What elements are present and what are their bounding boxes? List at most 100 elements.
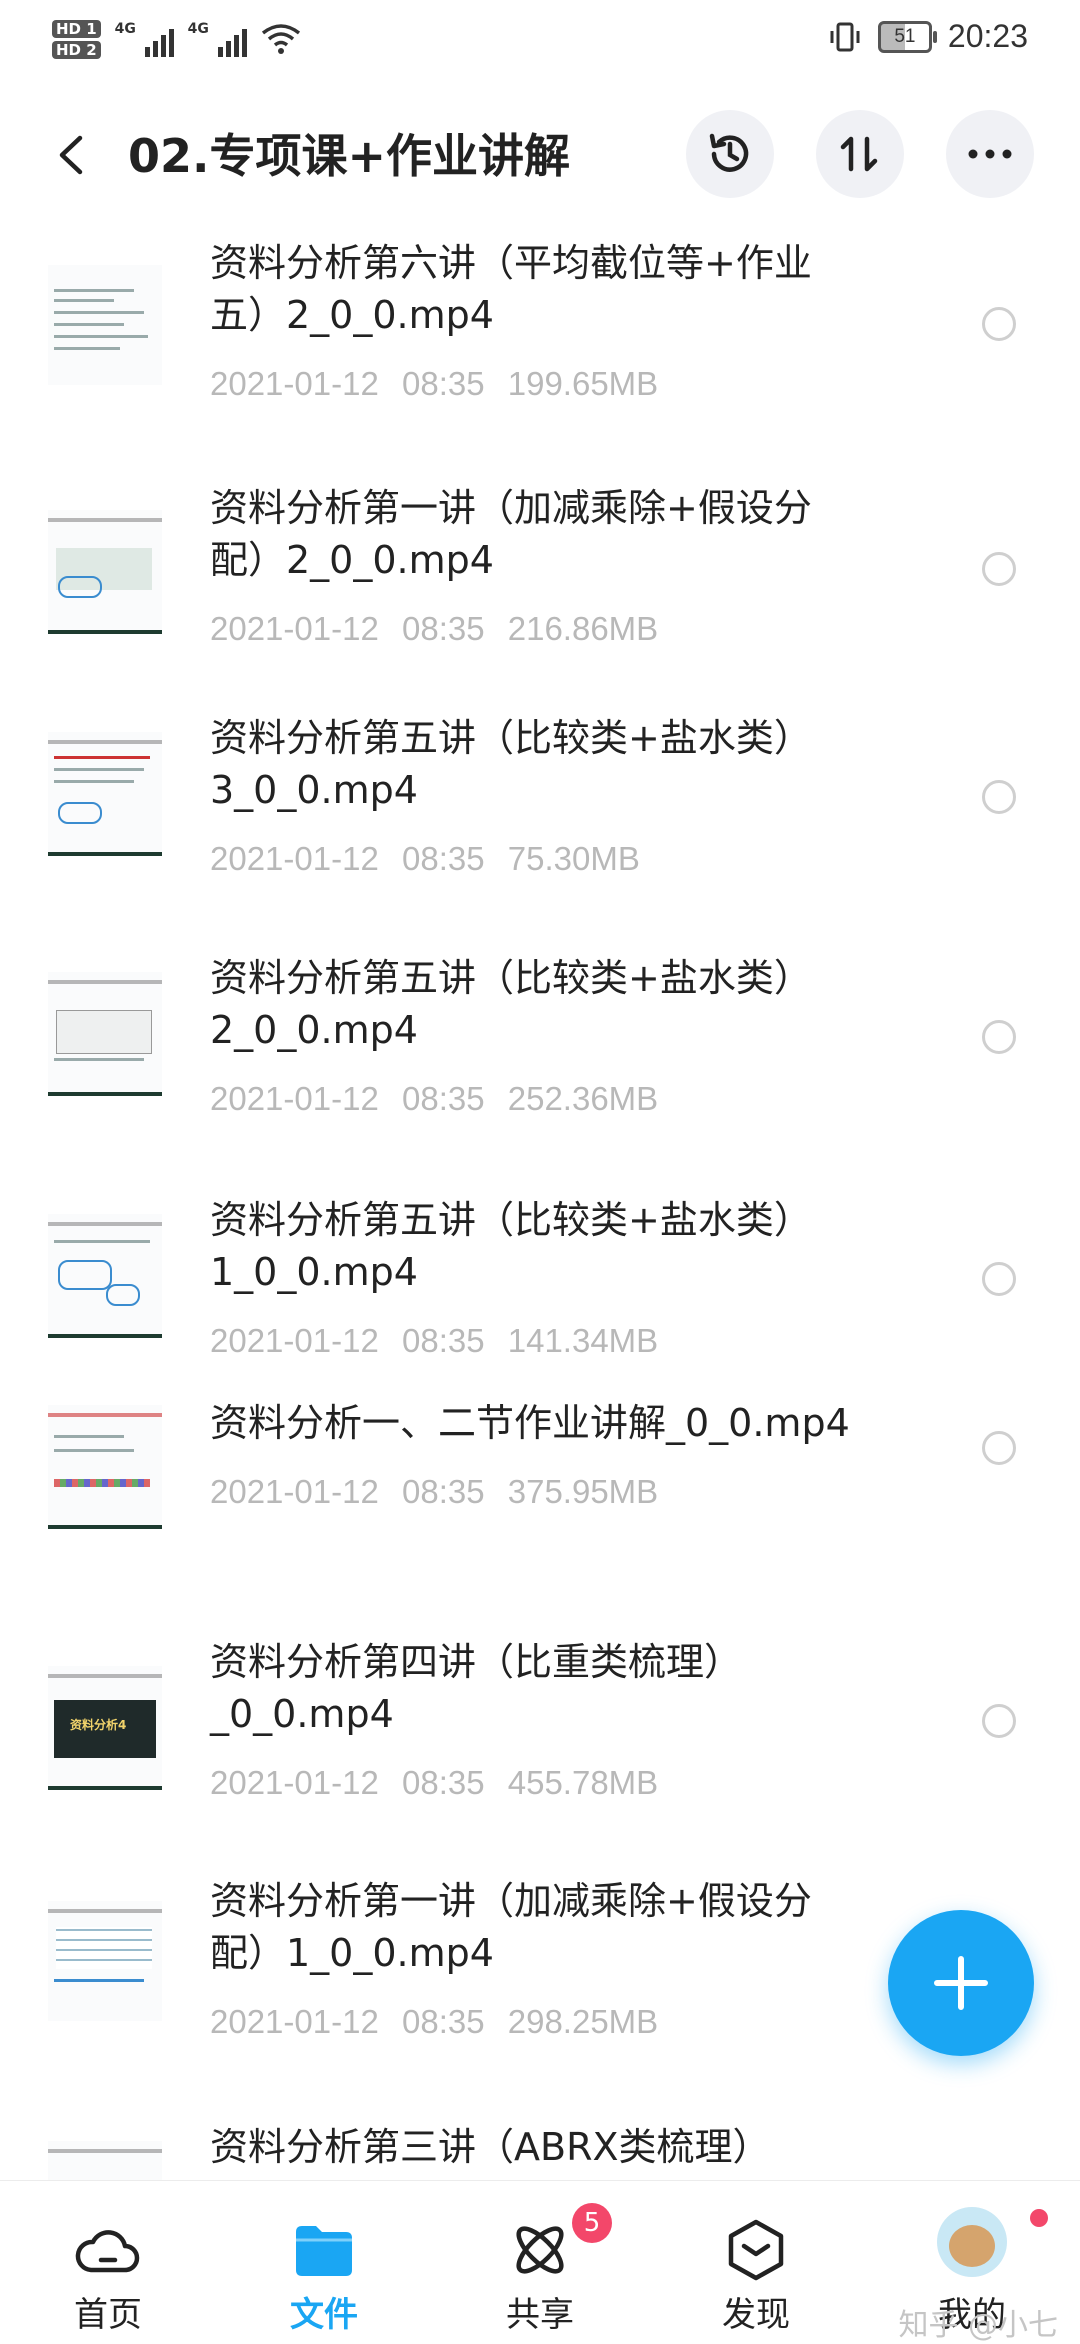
select-radio[interactable]	[982, 780, 1016, 814]
file-time: 08:35	[401, 365, 485, 402]
select-radio[interactable]	[982, 1262, 1016, 1296]
thumbnail-title: 资料分析4	[70, 1718, 127, 1732]
tab-home[interactable]: 首页	[0, 2181, 216, 2341]
file-date: 2021-01-12	[210, 1473, 379, 1510]
tab-files[interactable]: 文件	[216, 2181, 432, 2341]
tab-home-label: 首页	[74, 2295, 142, 2335]
file-meta: 2021-01-12 08:35 375.95MB	[210, 1473, 658, 1511]
file-date: 2021-01-12	[210, 1322, 379, 1359]
sort-button[interactable]	[816, 110, 904, 198]
history-button[interactable]	[686, 110, 774, 198]
clock: 20:23	[947, 18, 1028, 54]
add-button[interactable]	[888, 1910, 1034, 2056]
file-time: 08:35	[401, 1322, 485, 1359]
tab-discover[interactable]: 发现	[648, 2181, 864, 2341]
file-name: 资料分析第一讲（加减乘除+假设分 配）1_0_0.mp4	[210, 1879, 812, 1975]
select-radio[interactable]	[982, 307, 1016, 341]
home-cloud-icon	[75, 2230, 140, 2273]
notification-dot	[1030, 2209, 1048, 2227]
avatar	[937, 2207, 1007, 2277]
file-meta: 2021-01-12 08:35 455.78MB	[210, 1764, 658, 1802]
file-date: 2021-01-12	[210, 840, 379, 877]
plus-icon	[934, 1956, 988, 2010]
video-thumbnail	[48, 265, 162, 385]
file-name: 资料分析第六讲（平均截位等+作业 五）2_0_0.mp4	[210, 241, 812, 337]
file-time: 08:35	[401, 2003, 485, 2040]
network-type-2: 4G	[187, 21, 209, 37]
back-arrow-icon[interactable]	[48, 130, 98, 180]
signal-1-icon: 4G	[115, 21, 174, 57]
tab-files-label: 文件	[290, 2295, 358, 2335]
video-thumbnail	[48, 732, 162, 856]
video-thumbnail	[48, 1214, 162, 1338]
file-time: 08:35	[401, 610, 485, 647]
video-thumbnail	[48, 2141, 162, 2185]
list-item[interactable]: 资料分析第五讲（比较类+盐水类） 1_0_0.mp4 2021-01-12 08:…	[0, 1186, 1080, 1401]
share-badge: 5	[572, 2203, 612, 2243]
file-meta: 2021-01-12 08:35 216.86MB	[210, 610, 658, 648]
file-meta: 2021-01-12 08:35 75.30MB	[210, 840, 640, 878]
file-size: 75.30MB	[507, 840, 640, 877]
file-size: 298.25MB	[507, 2003, 659, 2040]
atom-share-icon	[516, 2226, 564, 2274]
video-thumbnail	[48, 1901, 162, 2021]
more-button[interactable]	[946, 110, 1034, 198]
page-title: 02.专项课+作业讲解	[128, 129, 571, 183]
discover-cube-icon	[728, 2219, 784, 2281]
file-list: 资料分析第六讲（平均截位等+作业 五）2_0_0.mp4 2021-01-12 0…	[0, 215, 1080, 2185]
file-date: 2021-01-12	[210, 365, 379, 402]
video-thumbnail	[48, 510, 162, 634]
file-name: 资料分析第五讲（比较类+盐水类） 3_0_0.mp4	[210, 716, 812, 812]
file-meta: 2021-01-12 08:35 141.34MB	[210, 1322, 658, 1360]
file-name: 资料分析一、二节作业讲解_0_0.mp4	[210, 1401, 850, 1445]
file-meta: 2021-01-12 08:35 298.25MB	[210, 2003, 658, 2041]
file-name: 资料分析第五讲（比较类+盐水类） 2_0_0.mp4	[210, 956, 812, 1052]
header: 02.专项课+作业讲解	[0, 110, 1080, 202]
file-date: 2021-01-12	[210, 2003, 379, 2040]
watermark: 知乎 @小七	[898, 2308, 1058, 2343]
file-size: 252.36MB	[507, 1080, 659, 1117]
hd1-label: HD 1	[52, 19, 101, 38]
history-icon	[709, 133, 749, 172]
file-date: 2021-01-12	[210, 610, 379, 647]
list-item[interactable]: 资料分析4 资料分析第四讲（比重类梳理） _0_0.mp4 2021-01-12 …	[0, 1626, 1080, 1871]
status-bar: HD 1 HD 2 4G 4G 51 20:23	[0, 0, 1080, 80]
select-radio[interactable]	[982, 1704, 1016, 1738]
file-size: 216.86MB	[507, 610, 659, 647]
more-icon	[968, 149, 1012, 159]
list-item[interactable]: 资料分析第三讲（ABRX类梳理）	[0, 2121, 1080, 2185]
file-time: 08:35	[401, 840, 485, 877]
folder-icon	[296, 2226, 352, 2276]
vibrate-icon	[830, 22, 860, 51]
select-radio[interactable]	[982, 1431, 1016, 1465]
file-time: 08:35	[401, 1080, 485, 1117]
file-time: 08:35	[401, 1764, 485, 1801]
select-radio[interactable]	[982, 552, 1016, 586]
sort-icon	[840, 136, 878, 172]
file-time: 08:35	[401, 1473, 485, 1510]
file-size: 455.78MB	[507, 1764, 659, 1801]
file-name: 资料分析第四讲（比重类梳理） _0_0.mp4	[210, 1640, 743, 1736]
battery-level: 51	[894, 25, 916, 47]
list-item[interactable]: 资料分析第六讲（平均截位等+作业 五）2_0_0.mp4 2021-01-12 0…	[0, 215, 1080, 460]
network-type-1: 4G	[114, 21, 136, 37]
list-item[interactable]: 资料分析第一讲（加减乘除+假设分 配）2_0_0.mp4 2021-01-12 0…	[0, 460, 1080, 702]
tab-share-label: 共享	[506, 2295, 574, 2335]
wifi-icon	[261, 24, 300, 54]
list-item[interactable]: 资料分析一、二节作业讲解_0_0.mp4 2021-01-12 08:35 37…	[0, 1401, 1080, 1626]
file-date: 2021-01-12	[210, 1764, 379, 1801]
tab-share[interactable]: 5 共享	[432, 2181, 648, 2341]
signal-2-icon: 4G	[188, 21, 247, 57]
file-size: 375.95MB	[507, 1473, 659, 1510]
file-size: 199.65MB	[507, 365, 659, 402]
file-date: 2021-01-12	[210, 1080, 379, 1117]
list-item[interactable]: 资料分析第五讲（比较类+盐水类） 3_0_0.mp4 2021-01-12 08:…	[0, 702, 1080, 944]
file-size: 141.34MB	[507, 1322, 659, 1359]
video-thumbnail: 资料分析4	[48, 1666, 162, 1790]
file-name: 资料分析第五讲（比较类+盐水类） 1_0_0.mp4	[210, 1198, 812, 1294]
file-meta: 2021-01-12 08:35 199.65MB	[210, 365, 658, 403]
hd2-label: HD 2	[52, 40, 101, 59]
list-item[interactable]: 资料分析第五讲（比较类+盐水类） 2_0_0.mp4 2021-01-12 08:…	[0, 944, 1080, 1186]
file-name: 资料分析第一讲（加减乘除+假设分 配）2_0_0.mp4	[210, 486, 812, 582]
select-radio[interactable]	[982, 1020, 1016, 1054]
